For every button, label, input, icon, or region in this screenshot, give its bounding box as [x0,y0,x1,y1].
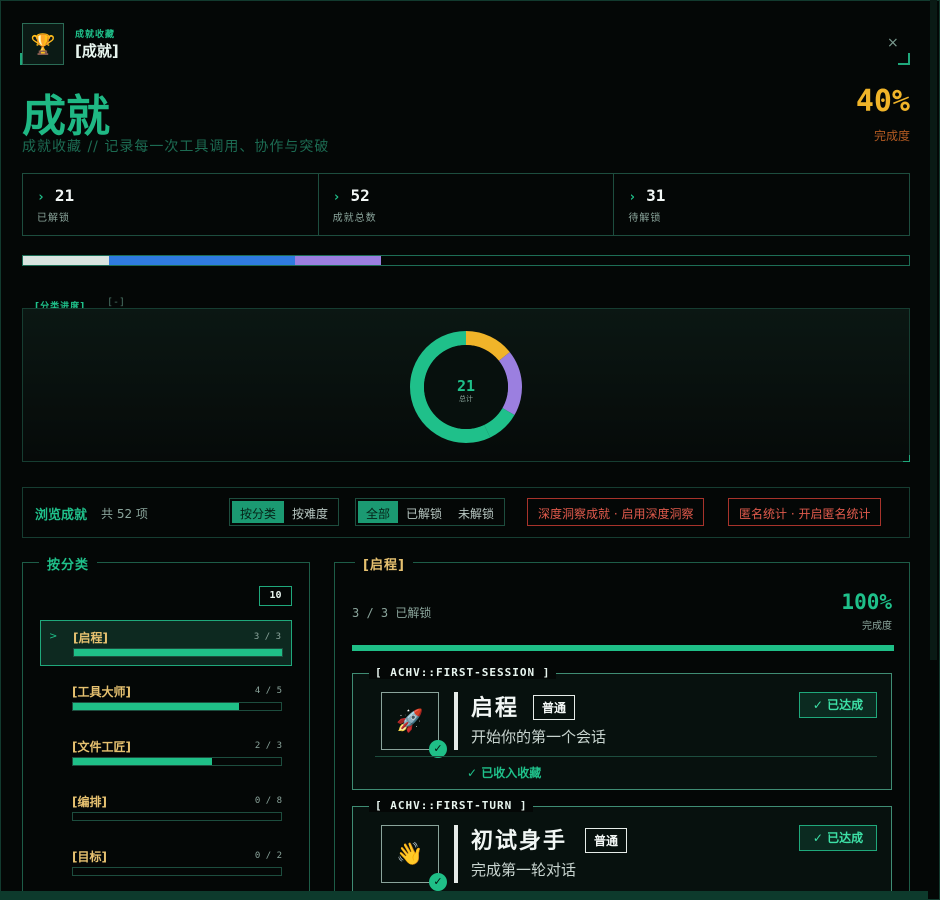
anon-stats-label: 匿名统计 [739,507,788,521]
header-subtitle: 成就收藏 [75,30,116,40]
stat-label: 已解锁 [37,213,70,224]
stat-label: 待解锁 [628,213,662,224]
category-item[interactable]: [文件工匠] 2 / 3 [40,730,292,776]
detail-progress-bar [352,645,894,651]
wave-icon: 👋 ✓ [381,825,447,891]
achieved-badge: ✓ 已达成 [799,825,877,851]
tab-by-difficulty[interactable]: 按难度 [284,501,336,523]
collapse-toggle[interactable]: [-] [107,297,125,308]
category-item[interactable]: > [启程] 3 / 3 [40,620,292,666]
anon-stats-action: 开启匿名统计 [798,507,871,521]
detail-percent-label: 完成度 [862,621,892,632]
detail-percent: 100% [841,590,892,614]
page-subtitle: 成就收藏 // 记录每一次工具调用、协作与突破 [22,139,330,155]
donut-center-label: 总计 [459,394,473,403]
corner-bracket [903,455,910,462]
deep-insight-button[interactable]: 深度洞察成就 · 启用深度洞察 [527,498,705,526]
chevron-right-icon: › [37,190,45,205]
filter-tabs: 全部 已解锁 未解锁 [355,498,506,526]
chevron-right-icon: › [332,190,341,205]
trophy-icon: 🏆 [22,23,64,65]
completion-percent: 40% [855,84,910,119]
filter-locked[interactable]: 未解锁 [450,501,502,523]
filter-all[interactable]: 全部 [358,501,399,523]
tier-badge: 普通 [585,828,628,853]
browse-title: 浏览成就 [35,508,88,523]
donut-chart: 21 总计 [410,331,522,443]
category-progress-fill [74,649,282,656]
category-item[interactable]: [工具大师] 4 / 5 [40,675,292,721]
stat-value: 31 [646,186,666,205]
overall-progress-bar [22,255,910,266]
achievement-card[interactable]: [ ACHV::FIRST-TURN ] 👋 ✓ 初试身手 普通 完成第一轮对话 … [352,799,892,900]
category-name: [目标] [72,850,107,864]
category-count: 4 / 5 [254,686,282,696]
divider [454,825,458,883]
deep-insight-action: 启用深度洞察 [621,507,694,521]
achievement-title: 初试身手 [471,829,568,854]
deep-insight-label: 深度洞察成就 [538,507,611,521]
category-count: 2 / 3 [254,741,282,751]
stat-total: › 52 成就总数 [319,174,615,235]
filter-unlocked[interactable]: 已解锁 [398,501,450,523]
category-progress [72,702,282,711]
achieved-badge: ✓ 已达成 [799,692,877,718]
progress-segment [294,256,381,265]
browse-total: 共 52 项 [101,507,148,521]
category-name: [工具大师] [72,685,131,699]
caret-icon: > [49,631,58,642]
collected-label: ✓ 已收入收藏 [467,766,542,780]
stat-locked: › 31 待解锁 [614,174,909,235]
category-item[interactable]: [编排] 0 / 8 [40,785,292,831]
stat-unlocked: › 21 已解锁 [23,174,319,235]
achievement-desc: 完成第一轮对话 [471,861,577,879]
stat-value: 52 [350,186,370,205]
completion-label: 完成度 [873,129,910,143]
detail-unlocked: 3 / 3 已解锁 [352,606,432,620]
corner-bracket [898,53,910,65]
achievement-card[interactable]: [ ACHV::FIRST-SESSION ] 🚀 ✓ 启程 普通 开始你的第一个… [352,666,892,790]
achievement-id: [ ACHV::FIRST-TURN ] [369,799,534,812]
category-count: 3 / 3 [253,632,281,642]
achievement-desc: 开始你的第一个会话 [471,728,607,746]
stats-bar: › 21 已解锁 › 52 成就总数 › 31 待解锁 [22,173,910,236]
category-progress [72,812,282,821]
category-name: [启程] [73,631,108,645]
tier-badge: 普通 [533,695,576,720]
horizontal-scrollbar[interactable] [0,891,928,900]
page-title: 成就 [22,91,110,142]
detail-title: [启程] [355,554,413,573]
group-tabs: 按分类 按难度 [229,498,340,526]
header-title: [成就] [75,42,119,60]
category-count-badge: 10 [259,586,292,606]
category-progress [73,648,283,657]
category-name: [编排] [72,795,107,809]
progress-segment [23,256,109,265]
category-count: 0 / 8 [254,796,282,806]
anon-stats-button[interactable]: 匿名统计 · 开启匿名统计 [728,498,882,526]
category-progress-fill [73,758,212,765]
category-progress [72,757,282,766]
category-item[interactable]: [目标] 0 / 2 [40,840,292,886]
stat-value: 21 [54,186,75,205]
close-icon[interactable]: × [887,35,899,51]
check-icon: ✓ [429,873,447,891]
category-chart-panel: 21 总计 [22,308,910,462]
category-progress [72,867,282,876]
category-progress-fill [73,703,240,710]
chevron-right-icon: › [628,190,637,205]
achievement-title: 启程 [471,696,520,721]
donut-center-value: 21 [457,377,475,395]
divider [454,692,458,750]
category-count: 0 / 2 [254,851,282,861]
rocket-icon: 🚀 ✓ [381,692,447,758]
sidebar-title: 按分类 [39,554,98,573]
category-name: [文件工匠] [72,740,131,754]
stat-label: 成就总数 [332,213,377,224]
scrollbar[interactable] [930,0,937,660]
achievement-id: [ ACHV::FIRST-SESSION ] [369,666,557,679]
tab-by-category[interactable]: 按分类 [232,501,285,523]
divider [375,756,877,757]
progress-segment [108,256,295,265]
